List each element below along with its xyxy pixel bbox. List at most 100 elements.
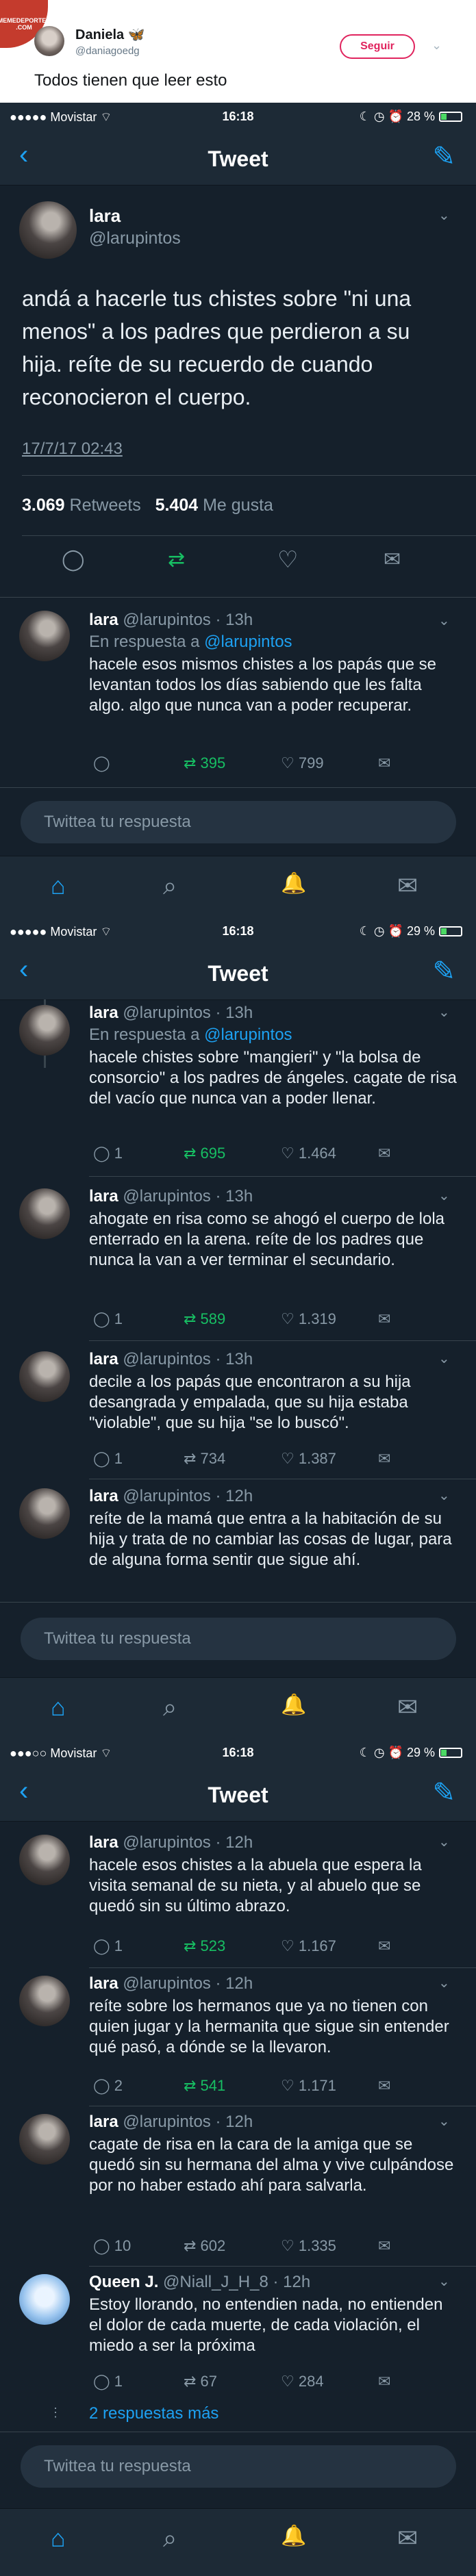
retweet-count[interactable]: ⇄ 523 xyxy=(184,1937,225,1955)
author-name[interactable]: lara xyxy=(89,1974,118,1993)
avatar[interactable] xyxy=(19,2274,70,2325)
chevron-down-icon[interactable]: ⌄ xyxy=(438,1833,450,1850)
home-icon[interactable]: ⌂ xyxy=(51,2524,66,2553)
retweet-count[interactable]: ⇄ 695 xyxy=(184,1145,225,1162)
like-count[interactable]: ♡ 1.464 xyxy=(281,1145,336,1162)
like-icon[interactable]: ♡ xyxy=(277,546,298,574)
dm-icon[interactable]: ✉ xyxy=(378,2077,390,2095)
home-icon[interactable]: ⌂ xyxy=(51,871,66,900)
like-count[interactable]: ♡ 1.319 xyxy=(281,1310,336,1328)
search-icon[interactable]: ⌕ xyxy=(163,2524,177,2553)
chevron-down-icon[interactable]: ⌄ xyxy=(438,2113,450,2130)
chevron-down-icon[interactable]: ⌄ xyxy=(438,1004,450,1021)
bell-icon[interactable]: 🔔 xyxy=(281,1693,306,1717)
comment-count[interactable]: ◯ 1 xyxy=(93,1310,123,1328)
mail-icon[interactable]: ✉ xyxy=(397,1693,418,1722)
chevron-down-icon[interactable]: ⌄ xyxy=(438,2273,450,2290)
author-name[interactable]: lara xyxy=(89,1350,118,1368)
avatar[interactable] xyxy=(19,1351,70,1402)
chevron-down-icon[interactable]: ⌄ xyxy=(438,1487,450,1504)
like-count[interactable]: ♡ 1.387 xyxy=(281,1450,336,1468)
author-name[interactable]: lara xyxy=(89,2113,118,2131)
retweet-count[interactable]: ⇄ 589 xyxy=(184,1310,225,1328)
compose-icon[interactable]: ✎ xyxy=(432,956,455,987)
dm-icon[interactable]: ✉ xyxy=(378,1145,390,1162)
mention-link[interactable]: @larupintos xyxy=(204,1025,292,1044)
author-name[interactable]: lara xyxy=(89,205,121,227)
search-icon[interactable]: ⌕ xyxy=(163,1693,177,1722)
comment-count[interactable]: ◯ 1 xyxy=(93,2373,123,2390)
author-handle[interactable]: @larupintos · 13h xyxy=(123,1187,253,1206)
dm-icon[interactable]: ✉ xyxy=(384,548,401,572)
author-handle[interactable]: @Niall_J_H_8 · 12h xyxy=(163,2273,310,2291)
comment-count[interactable]: ◯ 1 xyxy=(93,1145,123,1162)
more-replies-link[interactable]: 2 respuestas más xyxy=(89,2404,218,2423)
tweet-stats[interactable]: 3.069 Retweets 5.404 Me gusta xyxy=(22,496,273,515)
dm-icon[interactable]: ✉ xyxy=(378,1450,390,1468)
author-handle[interactable]: @larupintos xyxy=(89,229,181,248)
like-count[interactable]: ♡ 1.171 xyxy=(281,2077,336,2095)
like-count[interactable]: ♡ 1.335 xyxy=(281,2237,336,2255)
chevron-down-icon[interactable]: ⌄ xyxy=(438,1187,450,1204)
author-handle[interactable]: @larupintos · 12h xyxy=(123,1974,253,1993)
dm-icon[interactable]: ✉ xyxy=(378,754,390,772)
avatar[interactable] xyxy=(19,1005,70,1056)
comment-count[interactable]: ◯ 1 xyxy=(93,1937,123,1955)
author-handle[interactable]: @larupintos · 12h xyxy=(123,1833,253,1852)
reply-input[interactable]: Twittea tu respuesta xyxy=(21,801,456,843)
author-handle[interactable]: @larupintos · 12h xyxy=(123,2113,253,2131)
compose-icon[interactable]: ✎ xyxy=(432,1777,455,1809)
like-count[interactable]: ♡ 799 xyxy=(281,754,324,772)
author-handle[interactable]: @larupintos · 12h xyxy=(123,1487,253,1505)
comment-count[interactable]: ◯ 1 xyxy=(93,1450,123,1468)
avatar[interactable] xyxy=(19,1976,70,2026)
like-count[interactable]: ♡ 284 xyxy=(281,2373,324,2390)
retweet-count[interactable]: ⇄ 734 xyxy=(184,1450,225,1468)
mail-icon[interactable]: ✉ xyxy=(397,871,418,900)
comment-count[interactable]: ◯ 10 xyxy=(93,2237,131,2255)
avatar[interactable] xyxy=(19,611,70,661)
avatar[interactable] xyxy=(19,1188,70,1239)
chevron-down-icon[interactable]: ⌄ xyxy=(431,38,442,53)
mention-link[interactable]: @larupintos xyxy=(204,633,292,651)
author-name[interactable]: lara xyxy=(89,1187,118,1206)
retweet-count[interactable]: ⇄ 67 xyxy=(184,2373,217,2390)
search-icon[interactable]: ⌕ xyxy=(163,871,177,901)
mail-icon[interactable]: ✉ xyxy=(397,2524,418,2553)
follow-button[interactable]: Seguir xyxy=(340,34,415,59)
dm-icon[interactable]: ✉ xyxy=(378,2373,390,2390)
avatar[interactable] xyxy=(19,1835,70,1885)
avatar[interactable] xyxy=(19,201,77,259)
author-name[interactable]: lara xyxy=(89,611,118,629)
author-handle[interactable]: @larupintos · 13h xyxy=(123,1350,253,1368)
comment-count[interactable]: ◯ 2 xyxy=(93,2077,123,2095)
avatar[interactable] xyxy=(19,1488,70,1539)
reply-input[interactable]: Twittea tu respuesta xyxy=(21,1618,456,1660)
retweet-count[interactable]: ⇄ 541 xyxy=(184,2077,225,2095)
avatar[interactable] xyxy=(19,2114,70,2165)
retweet-icon[interactable]: ⇄ xyxy=(168,548,185,572)
author-name[interactable]: lara xyxy=(89,1487,118,1505)
author-handle[interactable]: @daniagoedg xyxy=(75,45,140,57)
author-handle[interactable]: @larupintos · 13h xyxy=(123,1004,253,1022)
author-name[interactable]: lara xyxy=(89,1833,118,1852)
bell-icon[interactable]: 🔔 xyxy=(281,871,306,895)
chevron-down-icon[interactable]: ⌄ xyxy=(438,612,450,629)
avatar[interactable] xyxy=(34,26,64,56)
dm-icon[interactable]: ✉ xyxy=(378,2237,390,2255)
chevron-down-icon[interactable]: ⌄ xyxy=(438,1974,450,1991)
home-icon[interactable]: ⌂ xyxy=(51,1693,66,1722)
author-name[interactable]: lara xyxy=(89,1004,118,1022)
comment-icon[interactable]: ◯ xyxy=(93,754,110,772)
retweet-count[interactable]: ⇄ 395 xyxy=(184,754,225,772)
comment-icon[interactable]: ◯ xyxy=(62,548,85,572)
tweet-timestamp[interactable]: 17/7/17 02:43 xyxy=(22,439,123,459)
author-handle[interactable]: @larupintos · 13h xyxy=(123,611,253,629)
chevron-down-icon[interactable]: ⌄ xyxy=(438,1350,450,1367)
compose-icon[interactable]: ✎ xyxy=(432,141,455,173)
reply-input[interactable]: Twittea tu respuesta xyxy=(21,2445,456,2488)
author-name[interactable]: Daniela 🦋 xyxy=(75,26,145,43)
like-count[interactable]: ♡ 1.167 xyxy=(281,1937,336,1955)
bell-icon[interactable]: 🔔 xyxy=(281,2524,306,2548)
retweet-count[interactable]: ⇄ 602 xyxy=(184,2237,225,2255)
